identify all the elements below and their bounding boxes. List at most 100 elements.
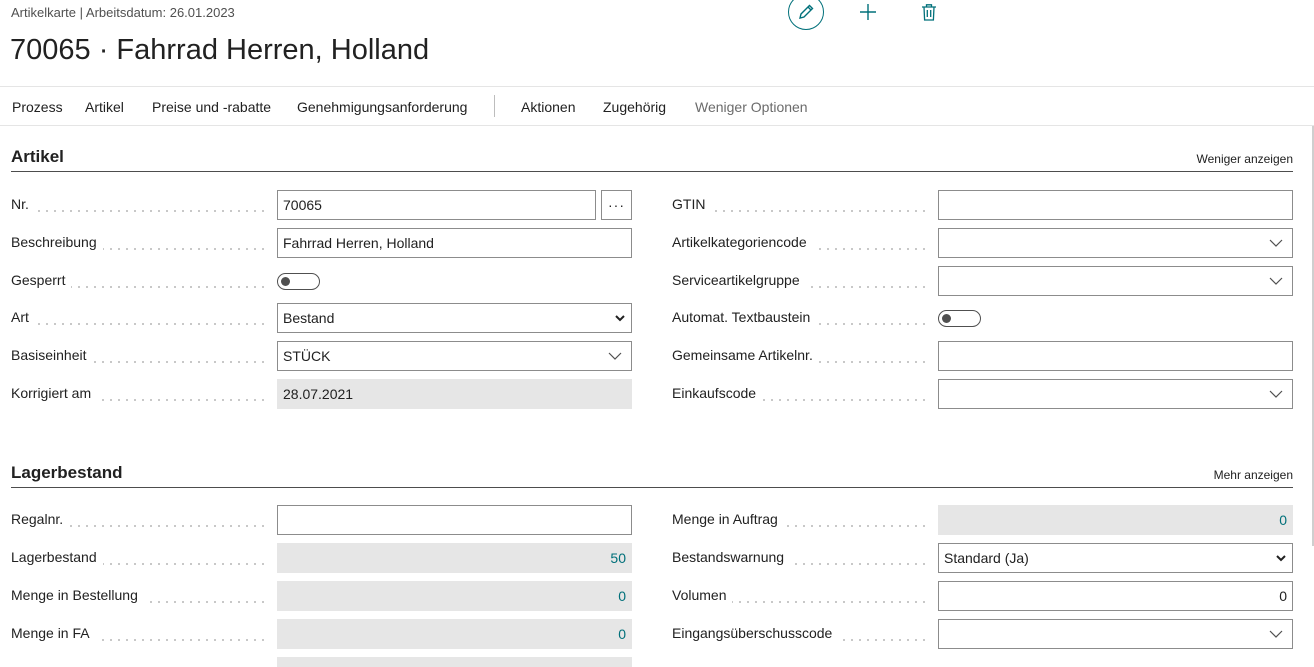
field-label: Gemeinsame Artikelnr.: [672, 347, 819, 363]
drilldown-value[interactable]: 50: [610, 550, 626, 566]
edit-pencil-icon: [799, 4, 814, 19]
field-label: Einkaufscode: [672, 385, 763, 401]
field-label: Art: [11, 309, 35, 325]
drilldown-value[interactable]: 0: [1279, 512, 1287, 528]
bestandswarnung-select[interactable]: Standard (Ja): [938, 543, 1293, 573]
delete-trash-icon: [922, 4, 936, 21]
section-lagerbestand-header: Lagerbestand Mehr anzeigen: [11, 463, 1293, 488]
header-toolbar: [788, 0, 936, 32]
basiseinheit-dropdown[interactable]: STÜCK: [277, 341, 632, 371]
volumen-input[interactable]: 0: [938, 581, 1293, 611]
einkaufscode-dropdown[interactable]: [938, 379, 1293, 409]
add-button[interactable]: [858, 2, 878, 22]
lagerbestand-value[interactable]: 50: [277, 543, 632, 573]
field-label: Menge in Auftrag: [672, 511, 784, 527]
chevron-down-icon: [608, 352, 622, 360]
field-label: Eingangsüberschusscode: [672, 625, 839, 641]
korrigiert-am-value: 28.07.2021: [277, 379, 632, 409]
field-row-gemeinsame-artikelnr: Gemeinsame Artikelnr.: [672, 341, 1293, 371]
select-value: Standard (Ja): [944, 550, 1029, 566]
delete-button[interactable]: [919, 2, 939, 22]
field-row-artikelkategoriencode: Artikelkategoriencode: [672, 228, 1293, 258]
regalnr-input[interactable]: [277, 505, 632, 535]
add-plus-icon: [860, 4, 876, 20]
gemeinsame-artikelnr-input[interactable]: [938, 341, 1293, 371]
field-row-korrigiert-am: Korrigiert am 28.07.2021: [11, 379, 632, 409]
action-zugehoerig[interactable]: Zugehörig: [603, 99, 666, 115]
next-row-value-cutoff: [277, 657, 632, 667]
field-row-menge-in-auftrag: Menge in Auftrag 0: [672, 505, 1293, 535]
field-label: Menge in FA: [11, 625, 96, 641]
field-row-volumen: Volumen 0: [672, 581, 1293, 611]
field-label: Automat. Textbaustein: [672, 309, 817, 325]
serviceartikelgruppe-dropdown[interactable]: [938, 266, 1293, 296]
drilldown-value[interactable]: 0: [618, 626, 626, 642]
action-prozess[interactable]: Prozess: [12, 99, 63, 115]
field-row-menge-in-bestellung: Menge in Bestellung 0: [11, 581, 632, 611]
toggle-knob: [281, 276, 290, 286]
select-chevron-icon: [1276, 555, 1286, 562]
field-label: Serviceartikelgruppe: [672, 272, 806, 288]
action-separator: [494, 95, 495, 117]
action-weniger-optionen[interactable]: Weniger Optionen: [695, 99, 808, 115]
field-row-basiseinheit: Basiseinheit STÜCK: [11, 341, 632, 371]
show-more-link[interactable]: Mehr anzeigen: [1214, 468, 1293, 482]
field-label: Nr.: [11, 196, 35, 212]
action-artikel[interactable]: Artikel: [85, 99, 124, 115]
field-label: Regalnr.: [11, 511, 70, 527]
field-row-lagerbestand: Lagerbestand 50: [11, 543, 632, 573]
eingangsueberschusscode-dropdown[interactable]: [938, 619, 1293, 649]
breadcrumb: Artikelkarte | Arbeitsdatum: 26.01.2023: [11, 5, 235, 20]
field-row-einkaufscode: Einkaufscode: [672, 379, 1293, 409]
field-label: Menge in Bestellung: [11, 587, 144, 603]
action-preise-rabatte[interactable]: Preise und -rabatte: [152, 99, 271, 115]
art-select[interactable]: Bestand: [277, 303, 632, 333]
field-label: Beschreibung: [11, 234, 103, 250]
edit-button[interactable]: [788, 0, 824, 30]
select-value: Bestand: [283, 310, 335, 326]
menge-in-fa-value[interactable]: 0: [277, 619, 632, 649]
section-title: Artikel: [11, 147, 64, 166]
chevron-down-icon: [1269, 630, 1283, 638]
field-row-gtin: GTIN: [672, 190, 1293, 220]
field-row-menge-in-fa: Menge in FA 0: [11, 619, 632, 649]
field-row-automat-textbaustein: Automat. Textbaustein: [672, 303, 1293, 333]
menge-in-auftrag-value[interactable]: 0: [938, 505, 1293, 535]
field-label: Bestandswarnung: [672, 549, 791, 565]
field-row-bestandswarnung: Bestandswarnung Standard (Ja): [672, 543, 1293, 573]
section-artikel-header: Artikel Weniger anzeigen: [11, 147, 1293, 172]
field-label: Volumen: [672, 587, 733, 603]
field-row-beschreibung: Beschreibung Fahrrad Herren, Holland: [11, 228, 632, 258]
leader-dots: [11, 323, 269, 325]
show-less-link[interactable]: Weniger anzeigen: [1196, 152, 1293, 166]
field-row-nr: Nr. 70065 ···: [11, 190, 632, 220]
field-row-gesperrt: Gesperrt: [11, 266, 632, 296]
action-aktionen[interactable]: Aktionen: [521, 99, 575, 115]
action-genehmigungsanforderung[interactable]: Genehmigungsanforderung: [297, 99, 467, 115]
nr-input[interactable]: 70065: [277, 190, 596, 220]
select-chevron-icon: [615, 315, 625, 322]
drilldown-value[interactable]: 0: [618, 588, 626, 604]
gesperrt-toggle[interactable]: [277, 273, 320, 290]
action-bar: Prozess Artikel Preise und -rabatte Gene…: [0, 87, 1314, 126]
field-label: Artikelkategoriencode: [672, 234, 813, 250]
field-row-regalnr: Regalnr.: [11, 505, 632, 535]
chevron-down-icon: [1269, 277, 1283, 285]
field-label: Gesperrt: [11, 272, 72, 288]
page-title: 70065 · Fahrrad Herren, Holland: [10, 34, 430, 66]
toggle-knob: [942, 313, 951, 323]
field-label: Lagerbestand: [11, 549, 103, 565]
lookup-ellipsis-button[interactable]: ···: [601, 190, 632, 220]
automat-textbaustein-toggle[interactable]: [938, 310, 981, 327]
leader-dots: [11, 210, 269, 212]
beschreibung-input[interactable]: Fahrrad Herren, Holland: [277, 228, 632, 258]
menge-in-bestellung-value[interactable]: 0: [277, 581, 632, 611]
dropdown-value: STÜCK: [283, 348, 331, 364]
gtin-input[interactable]: [938, 190, 1293, 220]
field-label: Basiseinheit: [11, 347, 93, 363]
artikelkategoriencode-dropdown[interactable]: [938, 228, 1293, 258]
field-row-serviceartikelgruppe: Serviceartikelgruppe: [672, 266, 1293, 296]
section-title: Lagerbestand: [11, 463, 123, 482]
field-row-art: Art Bestand: [11, 303, 632, 333]
field-label: GTIN: [672, 196, 712, 212]
